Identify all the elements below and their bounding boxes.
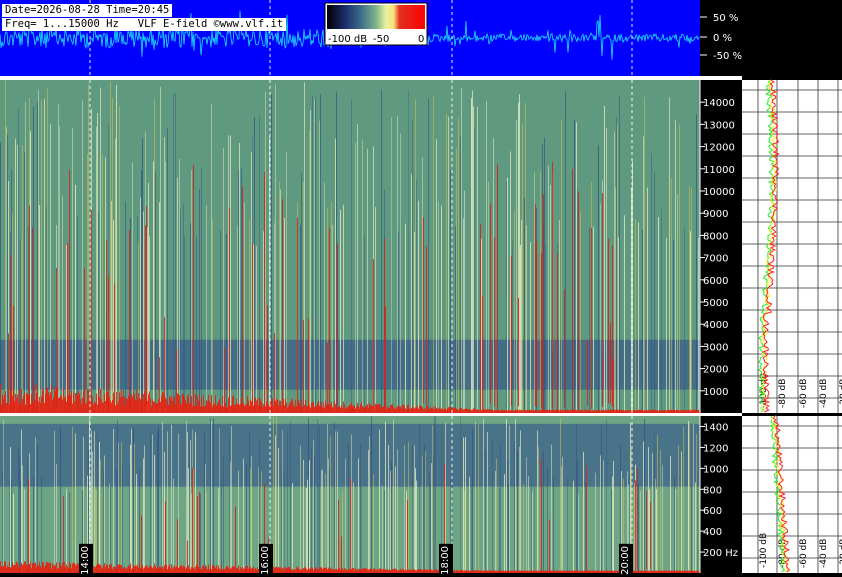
frequency-tick-label: 14000 bbox=[703, 98, 735, 109]
frequency-tick-label: 4000 bbox=[703, 320, 728, 331]
frequency-tick-label: 600 bbox=[703, 506, 722, 517]
frequency-tick-label: 6000 bbox=[703, 276, 728, 287]
frequency-range-label: Freq= 1...15000 Hz VLF E-field ©www.vlf.… bbox=[2, 18, 287, 31]
profile-db-label: -40 dB bbox=[819, 539, 829, 568]
colorbar-label-max: 0 bbox=[418, 34, 424, 45]
frequency-axis-main: 14000 13000 12000 11000 10000 9000 8000 7000 600… bbox=[699, 80, 742, 413]
time-marker-2000: 20:00 bbox=[619, 544, 633, 577]
frequency-tick-label: 1000 bbox=[703, 387, 728, 398]
frequency-tick-label: 400 bbox=[703, 527, 722, 538]
frequency-tick-label: 3000 bbox=[703, 342, 728, 353]
profile-db-label: -40 dB bbox=[819, 379, 829, 408]
frequency-tick-label: 8000 bbox=[703, 231, 728, 242]
colorbar-gradient bbox=[327, 5, 425, 29]
spectrum-profile-main: -100 dB -80 dB -60 dB -40 dB -20 dB bbox=[742, 79, 842, 413]
profile-db-label: -60 dB bbox=[799, 379, 809, 408]
frequency-tick-label: 5000 bbox=[703, 298, 728, 309]
frequency-tick-label: 13000 bbox=[703, 120, 735, 131]
vlf-spectrogram-view: 50 % 0 % -50 % 14000 13000 12000 11000 10000 90… bbox=[0, 0, 842, 577]
waveform-tick-label: 50 % bbox=[713, 13, 738, 24]
waveform-tick-label: -50 % bbox=[713, 51, 742, 62]
frequency-tick-label: 7000 bbox=[703, 254, 728, 265]
profile-db-label: -80 dB bbox=[778, 379, 788, 408]
spectrogram-svg: 50 %0 %-50 % 140001300012000110001000090… bbox=[0, 0, 842, 573]
profile-db-label: -100 dB bbox=[759, 533, 769, 568]
waveform-scale: 50 % 0 % -50 % bbox=[700, 13, 742, 62]
frequency-tick-label: 11000 bbox=[703, 165, 735, 176]
colorbar-label-min: -100 dB bbox=[328, 34, 367, 45]
time-marker-1600: 16:00 bbox=[259, 544, 273, 577]
profile-background bbox=[742, 80, 842, 413]
frequency-tick-label: 1200 bbox=[703, 443, 728, 454]
spectrogram-low bbox=[0, 416, 700, 573]
frequency-tick-label: 200 Hz bbox=[703, 548, 738, 559]
spectrogram-main bbox=[0, 80, 700, 414]
frequency-tick-label: 12000 bbox=[703, 143, 735, 154]
waveform-tick-label: 0 % bbox=[713, 33, 732, 44]
frequency-tick-label: 10000 bbox=[703, 187, 735, 198]
spectrum-profile-low: -100 dB -80 dB -60 dB -40 dB -20 dB bbox=[742, 415, 842, 573]
frequency-axis-low: 1400 1200 1000 800 600 400 200 Hz bbox=[699, 416, 742, 573]
colorbar-label-mid: -50 bbox=[373, 34, 389, 45]
time-marker-1400: 14:00 bbox=[79, 544, 93, 577]
frequency-tick-label: 9000 bbox=[703, 209, 728, 220]
frequency-tick-label: 1400 bbox=[703, 422, 728, 433]
profile-db-label: -60 dB bbox=[799, 539, 809, 568]
frequency-tick-label: 2000 bbox=[703, 365, 728, 376]
frequency-tick-label: 800 bbox=[703, 485, 722, 496]
time-marker-1800: 18:00 bbox=[439, 544, 453, 577]
date-time-label: Date=2026-08-28 Time=20:45 bbox=[2, 4, 173, 17]
frequency-tick-label: 1000 bbox=[703, 464, 728, 475]
